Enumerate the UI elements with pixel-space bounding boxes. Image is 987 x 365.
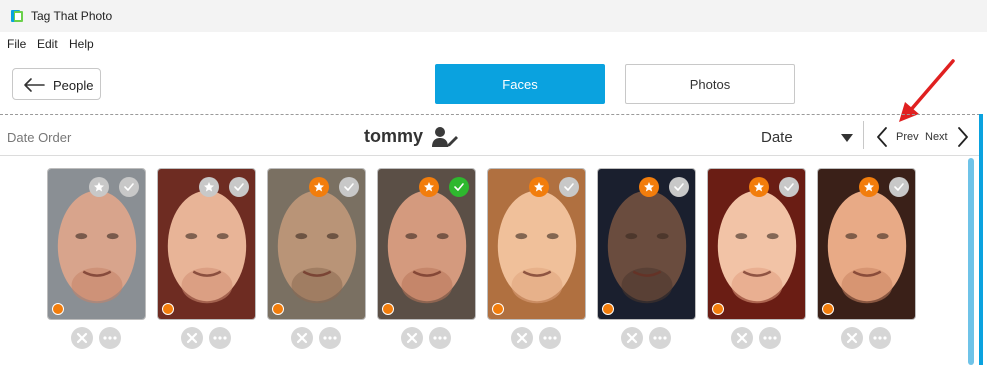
status-dot [382, 303, 394, 315]
arrow-left-icon [24, 78, 45, 92]
star-icon[interactable] [749, 177, 769, 197]
star-icon[interactable] [419, 177, 439, 197]
status-dot [712, 303, 724, 315]
face-card[interactable] [157, 168, 256, 320]
more-options-icon[interactable] [429, 327, 451, 349]
remove-face-icon[interactable] [841, 327, 863, 349]
edit-person-icon[interactable] [431, 125, 459, 149]
face-actions [47, 327, 146, 349]
star-icon[interactable] [199, 177, 219, 197]
chevron-down-icon[interactable] [840, 133, 854, 143]
menu-file[interactable]: File [7, 37, 26, 51]
back-to-people-button[interactable]: People [12, 68, 101, 100]
star-icon[interactable] [639, 177, 659, 197]
back-button-label: People [53, 78, 94, 93]
status-dot [272, 303, 284, 315]
face-card[interactable] [377, 168, 476, 320]
star-icon[interactable] [309, 177, 329, 197]
confirm-check-icon[interactable] [339, 177, 359, 197]
confirm-check-icon[interactable] [229, 177, 249, 197]
panel-edge [979, 114, 983, 365]
remove-face-icon[interactable] [401, 327, 423, 349]
chevron-left-icon[interactable] [875, 126, 889, 148]
face-actions [487, 327, 586, 349]
header-separator [863, 121, 864, 149]
remove-face-icon[interactable] [71, 327, 93, 349]
more-options-icon[interactable] [209, 327, 231, 349]
date-order-label: Date Order [7, 130, 72, 145]
face-actions [597, 327, 696, 349]
more-options-icon[interactable] [319, 327, 341, 349]
remove-face-icon[interactable] [511, 327, 533, 349]
status-dot [492, 303, 504, 315]
menu-bar: File Edit Help [0, 32, 987, 56]
chevron-right-icon[interactable] [956, 126, 970, 148]
next-button[interactable]: Next [925, 131, 948, 143]
person-name: tommy [364, 126, 424, 146]
more-options-icon[interactable] [649, 327, 671, 349]
remove-face-icon[interactable] [291, 327, 313, 349]
menu-help[interactable]: Help [69, 37, 94, 51]
title-bar: Tag That Photo [0, 0, 987, 32]
confirm-check-icon[interactable] [119, 177, 139, 197]
face-actions [157, 327, 256, 349]
face-actions [817, 327, 916, 349]
face-card[interactable] [487, 168, 586, 320]
status-dot [602, 303, 614, 315]
remove-face-icon[interactable] [181, 327, 203, 349]
vertical-scrollbar[interactable] [968, 158, 974, 365]
annotation-arrow-icon [899, 59, 955, 122]
more-options-icon[interactable] [759, 327, 781, 349]
section-divider [0, 114, 980, 115]
tab-photos[interactable]: Photos [625, 64, 795, 104]
star-icon[interactable] [89, 177, 109, 197]
confirm-check-icon[interactable] [779, 177, 799, 197]
confirm-check-icon[interactable] [889, 177, 909, 197]
more-options-icon[interactable] [869, 327, 891, 349]
status-dot [162, 303, 174, 315]
window-title: Tag That Photo [31, 9, 113, 23]
face-card[interactable] [597, 168, 696, 320]
more-options-icon[interactable] [99, 327, 121, 349]
face-card[interactable] [47, 168, 146, 320]
face-card[interactable] [267, 168, 366, 320]
face-card[interactable] [707, 168, 806, 320]
status-dot [52, 303, 64, 315]
confirm-check-icon[interactable] [559, 177, 579, 197]
status-dot [822, 303, 834, 315]
menu-edit[interactable]: Edit [37, 37, 58, 51]
tab-faces[interactable]: Faces [435, 64, 605, 104]
face-actions [267, 327, 366, 349]
app-logo-icon [11, 10, 23, 22]
remove-face-icon[interactable] [621, 327, 643, 349]
confirm-check-icon[interactable] [449, 177, 469, 197]
confirm-check-icon[interactable] [669, 177, 689, 197]
remove-face-icon[interactable] [731, 327, 753, 349]
prev-button[interactable]: Prev [896, 131, 919, 143]
face-actions [707, 327, 806, 349]
face-actions [377, 327, 476, 349]
header-divider [0, 155, 980, 156]
more-options-icon[interactable] [539, 327, 561, 349]
face-card[interactable] [817, 168, 916, 320]
star-icon[interactable] [529, 177, 549, 197]
sort-select[interactable]: Date [761, 129, 793, 146]
star-icon[interactable] [859, 177, 879, 197]
